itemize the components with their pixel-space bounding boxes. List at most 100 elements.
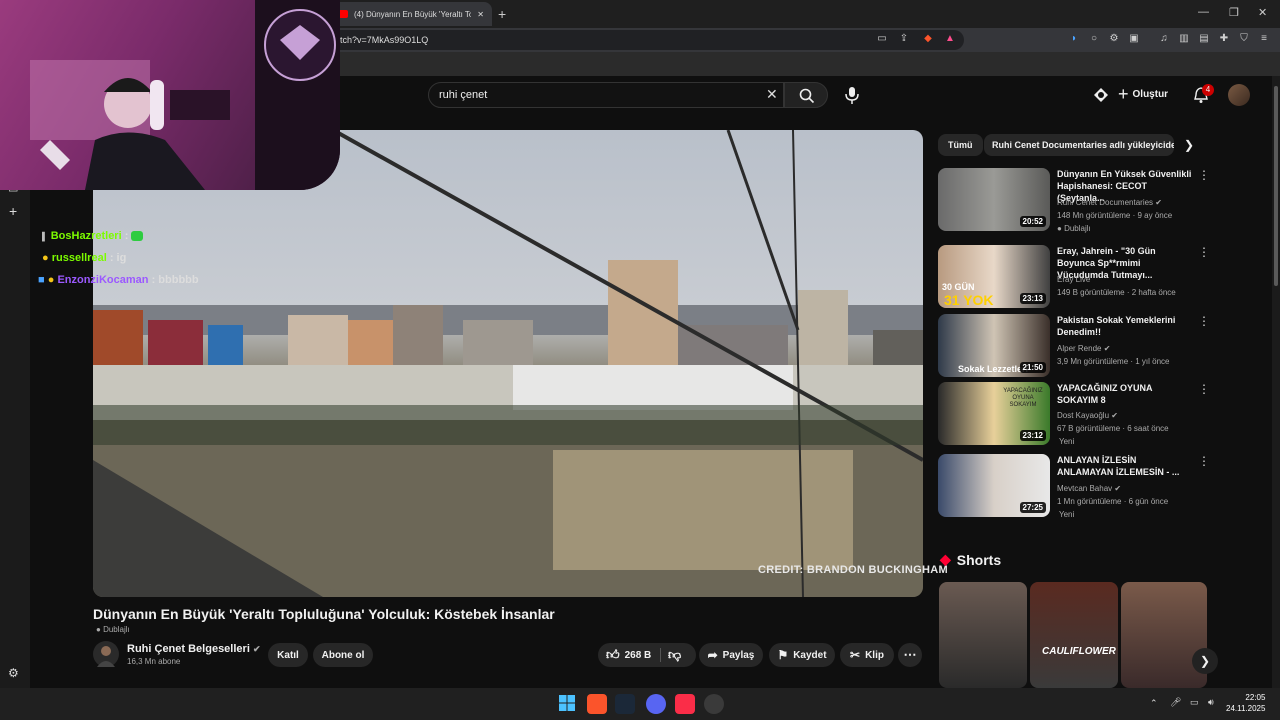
video-thumbnail[interactable]: 30 GÜN 31 YOK 23:13 xyxy=(938,245,1050,308)
new-tag: Yeni xyxy=(1059,510,1075,519)
more-options-icon[interactable]: ⋮ xyxy=(1198,454,1210,468)
recommendation-title[interactable]: YAPACAĞINIZ OYUNA SOKAYIM 8 xyxy=(1057,382,1193,406)
thumbnail-text: YAPACAĞINIZ OYUNA SOKAYIM xyxy=(1003,388,1043,408)
recommendation-title[interactable]: ANLAYAN İZLESİN ANLAMAYAN İZLEMESİN - ..… xyxy=(1057,454,1193,478)
media-icon[interactable]: ♫ xyxy=(1158,33,1170,45)
sidebar-icon[interactable]: ▥ xyxy=(1178,33,1190,45)
chip-from-uploader[interactable]: Ruhi Cenet Documentaries adlı yükleyicid… xyxy=(984,134,1174,156)
recommendation-title[interactable]: Pakistan Sokak Yemeklerini Denedim!! xyxy=(1057,314,1193,338)
close-window-icon[interactable]: ✕ xyxy=(1258,6,1267,19)
more-actions-icon[interactable]: ⋯ xyxy=(898,643,922,667)
short-thumbnail[interactable] xyxy=(939,582,1027,688)
video-thumbnail[interactable]: YAPACAĞINIZ OYUNA SOKAYIM 23:12 xyxy=(938,382,1050,445)
extension-icon-2[interactable]: ⚙ xyxy=(1108,33,1120,45)
cast-icon[interactable]: ▭ xyxy=(876,33,888,45)
tab-title: (4) Dünyanın En Büyük 'Yeraltı To xyxy=(354,9,472,19)
system-clock[interactable]: 22:05 24.11.2025 xyxy=(1226,692,1265,714)
steam-icon[interactable] xyxy=(615,694,635,714)
app-icon[interactable] xyxy=(704,694,724,714)
notification-badge: 4 xyxy=(1202,84,1214,96)
more-options-icon[interactable]: ⋮ xyxy=(1198,245,1210,259)
channel-avatar[interactable] xyxy=(93,641,119,667)
share-button[interactable]: ➦ Paylaş xyxy=(699,643,763,667)
recommendation-item[interactable]: 27:25 ANLAYAN İZLESİN ANLAMAYAN İZLEMESİ… xyxy=(938,454,1210,520)
maximize-icon[interactable]: ❐ xyxy=(1229,6,1239,19)
tray-chevron-icon[interactable]: ⌃ xyxy=(1150,698,1158,709)
more-options-icon[interactable]: ⋮ xyxy=(1198,382,1210,396)
extension-icon-1[interactable]: ○ xyxy=(1088,33,1100,45)
scissors-icon: ✂ xyxy=(850,648,861,662)
vpn-icon[interactable]: ⛉ xyxy=(1238,33,1250,45)
recommendation-channel[interactable]: Dost Kayaoğlu ✔ xyxy=(1057,411,1118,420)
recommendation-channel[interactable]: Alper Rende ✔ xyxy=(1057,344,1110,353)
recommendation-channel[interactable]: Eray Live xyxy=(1057,275,1090,284)
channel-name[interactable]: Ruhi Çenet Belgeselleri ✔ xyxy=(127,643,260,655)
scrollbar[interactable] xyxy=(1272,76,1280,688)
chevron-right-icon[interactable]: ❯ xyxy=(1184,138,1194,152)
audio-icon[interactable]: ◗ xyxy=(1068,33,1080,45)
music-app-icon[interactable] xyxy=(675,694,695,714)
chat-badge-icon: ● xyxy=(47,274,55,286)
address-bar[interactable]: tch?v=7MkAs99O1LQ xyxy=(330,30,964,50)
chat-username: BosHazretleri xyxy=(50,230,122,242)
short-thumbnail[interactable] xyxy=(1121,582,1207,688)
tag-text: Dublajlı xyxy=(1064,224,1091,233)
video-thumbnail[interactable]: Sokak Lezzetleri 21:50 xyxy=(938,314,1050,377)
video-thumbnail[interactable]: 27:25 xyxy=(938,454,1050,517)
share-page-icon[interactable]: ⇪ xyxy=(898,33,910,45)
close-tab-icon[interactable]: ✕ xyxy=(477,10,484,19)
recommendation-item[interactable]: 30 GÜN 31 YOK 23:13 Eray, Jahrein - "30 … xyxy=(938,245,1210,309)
brave-rewards-icon[interactable]: ▲ xyxy=(944,33,956,45)
subscribe-button[interactable]: Abone ol xyxy=(313,643,373,667)
video-player[interactable] xyxy=(93,130,923,597)
scrollbar-thumb[interactable] xyxy=(1274,86,1278,286)
more-options-icon[interactable]: ⋮ xyxy=(1198,168,1210,182)
extension-icon-3[interactable]: ▣ xyxy=(1128,33,1140,45)
chat-text: : xyxy=(124,230,129,242)
recommendation-item[interactable]: Sokak Lezzetleri 21:50 Pakistan Sokak Ye… xyxy=(938,314,1210,378)
browser-tab[interactable]: (4) Dünyanın En Büyük 'Yeraltı To ✕ xyxy=(330,2,492,26)
recommendation-channel[interactable]: Ruhi Cenet Documentaries ✔ xyxy=(1057,198,1162,207)
dislike-icon[interactable]: 👎︎ xyxy=(668,647,681,663)
account-avatar[interactable] xyxy=(1228,84,1250,106)
chevron-right-icon[interactable]: ❯ xyxy=(1192,648,1218,674)
microphone-icon[interactable] xyxy=(842,84,862,106)
create-label: Oluştur xyxy=(1132,89,1169,100)
recommendation-channel[interactable]: Mevtcan Bahav ✔ xyxy=(1057,484,1121,493)
clip-button[interactable]: ✂ Klip xyxy=(840,643,894,667)
like-count[interactable]: 268 B xyxy=(625,650,652,661)
menu-icon[interactable]: ≡ xyxy=(1258,33,1270,45)
minimize-icon[interactable]: — xyxy=(1198,6,1209,18)
join-button[interactable]: Katıl xyxy=(268,643,308,667)
brave-browser-icon[interactable] xyxy=(587,694,607,714)
brave-shield-icon[interactable]: ◆ xyxy=(922,33,934,45)
windows-start-icon[interactable] xyxy=(558,694,578,714)
search-input[interactable]: ruhi çenet xyxy=(428,82,784,108)
more-options-icon[interactable]: ⋮ xyxy=(1198,314,1210,328)
like-icon[interactable]: 👍︎ xyxy=(606,647,620,663)
channel-name-text: Ruhi Çenet Belgeselleri xyxy=(127,643,250,655)
clear-search-icon[interactable]: ✕ xyxy=(766,86,778,103)
premium-icon[interactable] xyxy=(1092,86,1110,104)
recommendation-item[interactable]: YAPACAĞINIZ OYUNA SOKAYIM 23:12 YAPACAĞI… xyxy=(938,382,1210,448)
create-button[interactable]: + Oluştur xyxy=(1118,84,1168,105)
like-dislike-group: 👍︎ 268 B 👎︎ xyxy=(598,643,696,667)
video-thumbnail[interactable]: 20:52 xyxy=(938,168,1050,231)
chat-message: ■ ● EnzonziKocaman : bbbbbb xyxy=(38,274,199,286)
clock-time: 22:05 xyxy=(1245,693,1266,702)
extensions-icon[interactable]: ✚ xyxy=(1218,33,1230,45)
network-icon[interactable]: ▭ xyxy=(1190,697,1199,708)
discord-icon[interactable] xyxy=(646,694,666,714)
wallet-icon[interactable]: ▤ xyxy=(1198,33,1210,45)
new-tab-icon[interactable]: + xyxy=(498,6,506,22)
mic-tray-icon[interactable]: 🎤︎ xyxy=(1170,697,1181,708)
settings-gear-icon[interactable]: ⚙ xyxy=(8,666,19,680)
chip-all[interactable]: Tümü xyxy=(938,134,983,156)
search-button[interactable] xyxy=(784,82,828,108)
save-label: Kaydet xyxy=(793,649,827,661)
save-button[interactable]: ⚑ Kaydet xyxy=(769,643,835,667)
recommendation-item[interactable]: 20:52 Dünyanın En Yüksek Güvenlikli Hapi… xyxy=(938,168,1210,238)
volume-icon[interactable]: 🔊︎ xyxy=(1208,697,1214,708)
add-icon[interactable]: + xyxy=(9,203,17,219)
short-thumbnail[interactable]: CAULIFLOWER xyxy=(1030,582,1118,688)
